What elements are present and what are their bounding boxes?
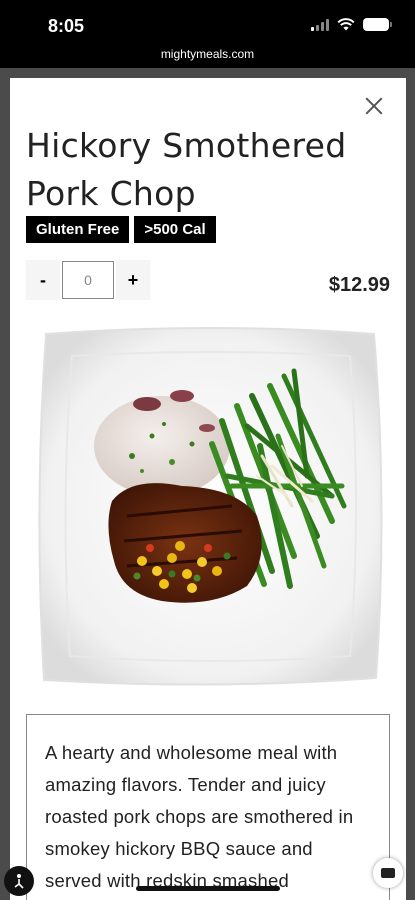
url-bar[interactable]: mightymeals.com xyxy=(0,46,415,68)
signal-icon xyxy=(311,18,329,31)
accessibility-icon[interactable] xyxy=(4,866,34,896)
close-icon[interactable] xyxy=(362,94,386,118)
status-bar: 8:05 xyxy=(0,0,415,46)
decrement-button[interactable]: - xyxy=(26,260,60,300)
quantity-input[interactable]: 0 xyxy=(62,261,114,299)
status-time: 8:05 xyxy=(48,16,85,36)
battery-icon xyxy=(363,18,392,31)
product-price: $12.99 xyxy=(328,274,390,296)
product-tags: Gluten Free >500 Cal xyxy=(26,216,216,243)
pork-chop xyxy=(108,483,262,603)
quantity-stepper: - 0 + xyxy=(26,260,150,300)
tag-gluten-free: Gluten Free xyxy=(26,216,130,243)
wifi-icon xyxy=(337,18,355,31)
description-text: A hearty and wholesome meal with amazing… xyxy=(45,742,354,891)
status-icons xyxy=(311,18,392,31)
product-modal: Hickory Smothered Pork Chop Gluten Free … xyxy=(10,78,406,900)
meal-image xyxy=(32,326,388,688)
increment-button[interactable]: + xyxy=(116,260,150,300)
chat-icon[interactable] xyxy=(373,858,403,888)
product-title: Hickory Smothered Pork Chop xyxy=(26,126,347,213)
tag-calories: >500 Cal xyxy=(134,216,216,243)
product-description: A hearty and wholesome meal with amazing… xyxy=(26,714,390,900)
home-indicator xyxy=(136,886,280,891)
